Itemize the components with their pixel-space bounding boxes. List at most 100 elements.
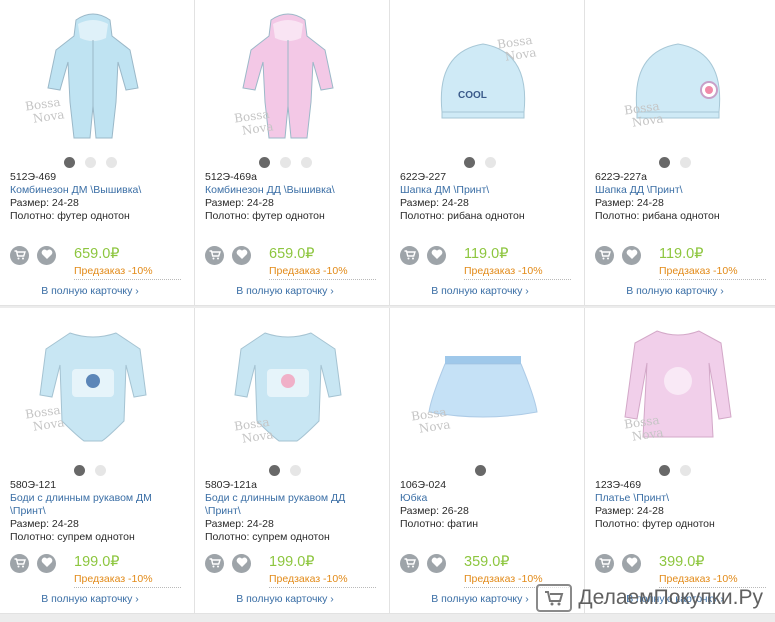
product-price: 359.0₽ (464, 554, 510, 570)
product-fabric: Полотно: футер однотон (595, 518, 715, 530)
image-pagination (390, 465, 570, 476)
add-to-cart-button[interactable] (400, 246, 419, 265)
product-image[interactable] (203, 6, 373, 148)
product-size: Размер: 24-28 (10, 518, 79, 530)
product-image[interactable] (398, 314, 568, 456)
image-dot[interactable] (680, 157, 691, 168)
product-title[interactable]: Юбка (400, 492, 578, 505)
full-card-link[interactable]: В полную карточку › (585, 285, 765, 297)
image-dot[interactable] (474, 465, 486, 476)
preorder-badge: Предзаказ -10% (464, 265, 571, 280)
product-image[interactable] (8, 6, 178, 148)
product-card[interactable]: Bossa Nova 106Э-024 Юбка Размер: 26-28 По… (390, 308, 585, 614)
product-title[interactable]: Боди с длинным рукавом ДД \Принт\ (205, 492, 383, 518)
product-actions (595, 554, 641, 573)
product-info: 580Э-121 Боди с длинным рукавом ДМ \Прин… (10, 479, 188, 544)
product-code: 123Э-469 (595, 479, 642, 491)
product-price: 659.0₽ (269, 246, 315, 262)
add-to-favorites-button[interactable] (622, 246, 641, 265)
product-card[interactable]: Bossa Nova 512Э-469 Комбинезон ДМ \Вышивк… (0, 0, 195, 306)
product-actions (10, 246, 56, 265)
product-actions (205, 554, 251, 573)
product-code: 622Э-227 (400, 171, 447, 183)
heart-icon (41, 247, 53, 265)
add-to-favorites-button[interactable] (232, 246, 251, 265)
product-size: Размер: 24-28 (10, 197, 79, 209)
heart-icon (41, 555, 53, 573)
product-title[interactable]: Платье \Принт\ (595, 492, 773, 505)
cart-icon (404, 555, 416, 573)
product-card[interactable]: Bossa Nova 580Э-121а Боди с длинным рукав… (195, 308, 390, 614)
image-pagination (0, 465, 180, 476)
add-to-favorites-button[interactable] (37, 246, 56, 265)
cart-icon (209, 247, 221, 265)
product-title[interactable]: Комбинезон ДД \Вышивка\ (205, 184, 383, 197)
product-actions (400, 554, 446, 573)
product-actions (205, 246, 251, 265)
full-card-link[interactable]: В полную карточку › (195, 285, 375, 297)
product-title[interactable]: Боди с длинным рукавом ДМ \Принт\ (10, 492, 188, 518)
image-dot[interactable] (279, 157, 291, 168)
image-dot[interactable] (84, 157, 96, 168)
image-dot[interactable] (659, 157, 670, 168)
product-title[interactable]: Шапка ДД \Принт\ (595, 184, 773, 197)
full-card-link[interactable]: В полную карточку › (0, 593, 180, 605)
product-card[interactable]: COOL Bossa Nova 622Э-227 Шапка ДМ \Принт\… (390, 0, 585, 306)
image-dot[interactable] (300, 157, 312, 168)
product-price: 659.0₽ (74, 246, 120, 262)
image-dot[interactable] (95, 465, 106, 476)
add-to-favorites-button[interactable] (622, 554, 641, 573)
preorder-badge: Предзаказ -10% (659, 265, 766, 280)
image-dot[interactable] (63, 157, 75, 168)
full-card-link[interactable]: В полную карточку › (0, 285, 180, 297)
add-to-cart-button[interactable] (10, 246, 29, 265)
image-dot[interactable] (74, 465, 85, 476)
heart-icon (236, 555, 248, 573)
image-dot[interactable] (485, 157, 496, 168)
cart-icon (599, 555, 611, 573)
image-dot[interactable] (659, 465, 670, 476)
image-dot[interactable] (290, 465, 301, 476)
product-title[interactable]: Шапка ДМ \Принт\ (400, 184, 578, 197)
add-to-cart-button[interactable] (595, 246, 614, 265)
add-to-favorites-button[interactable] (37, 554, 56, 573)
image-dot[interactable] (269, 465, 280, 476)
image-dot[interactable] (258, 157, 270, 168)
product-card[interactable]: Bossa Nova 622Э-227а Шапка ДД \Принт\ Раз… (585, 0, 775, 306)
product-image[interactable] (593, 6, 763, 148)
add-to-cart-button[interactable] (10, 554, 29, 573)
product-title[interactable]: Комбинезон ДМ \Вышивка\ (10, 184, 188, 197)
image-dot[interactable] (680, 465, 691, 476)
add-to-cart-button[interactable] (400, 554, 419, 573)
image-dot[interactable] (105, 157, 117, 168)
add-to-cart-button[interactable] (205, 554, 224, 573)
full-card-link[interactable]: В полную карточку › (390, 285, 570, 297)
image-dot[interactable] (464, 157, 475, 168)
product-image[interactable] (593, 314, 763, 456)
product-size: Размер: 24-28 (205, 197, 274, 209)
heart-icon (626, 555, 638, 573)
add-to-favorites-button[interactable] (232, 554, 251, 573)
product-info: 512Э-469 Комбинезон ДМ \Вышивка\ Размер:… (10, 171, 188, 223)
product-card[interactable]: Bossa Nova 512Э-469а Комбинезон ДД \Вышив… (195, 0, 390, 306)
product-fabric: Полотно: рибана однотон (400, 210, 525, 222)
svg-text:COOL: COOL (458, 90, 487, 101)
cart-icon (14, 555, 26, 573)
product-fabric: Полотно: супрем однотон (10, 531, 135, 543)
product-card[interactable]: Bossa Nova 123Э-469 Платье \Принт\ Размер… (585, 308, 775, 614)
add-to-cart-button[interactable] (595, 554, 614, 573)
product-card[interactable]: Bossa Nova 580Э-121 Боди с длинным рукаво… (0, 308, 195, 614)
product-code: 512Э-469а (205, 171, 257, 183)
product-image[interactable]: COOL (398, 6, 568, 148)
product-actions (595, 246, 641, 265)
product-image[interactable] (203, 314, 373, 456)
site-watermark: ДелаемПокупки.Ру (536, 584, 763, 612)
add-to-favorites-button[interactable] (427, 554, 446, 573)
image-pagination (585, 157, 765, 168)
product-image[interactable] (8, 314, 178, 456)
add-to-cart-button[interactable] (205, 246, 224, 265)
product-size: Размер: 24-28 (400, 197, 469, 209)
add-to-favorites-button[interactable] (427, 246, 446, 265)
full-card-link[interactable]: В полную карточку › (195, 593, 375, 605)
site-watermark-text: ДелаемПокупки.Ру (578, 586, 763, 609)
